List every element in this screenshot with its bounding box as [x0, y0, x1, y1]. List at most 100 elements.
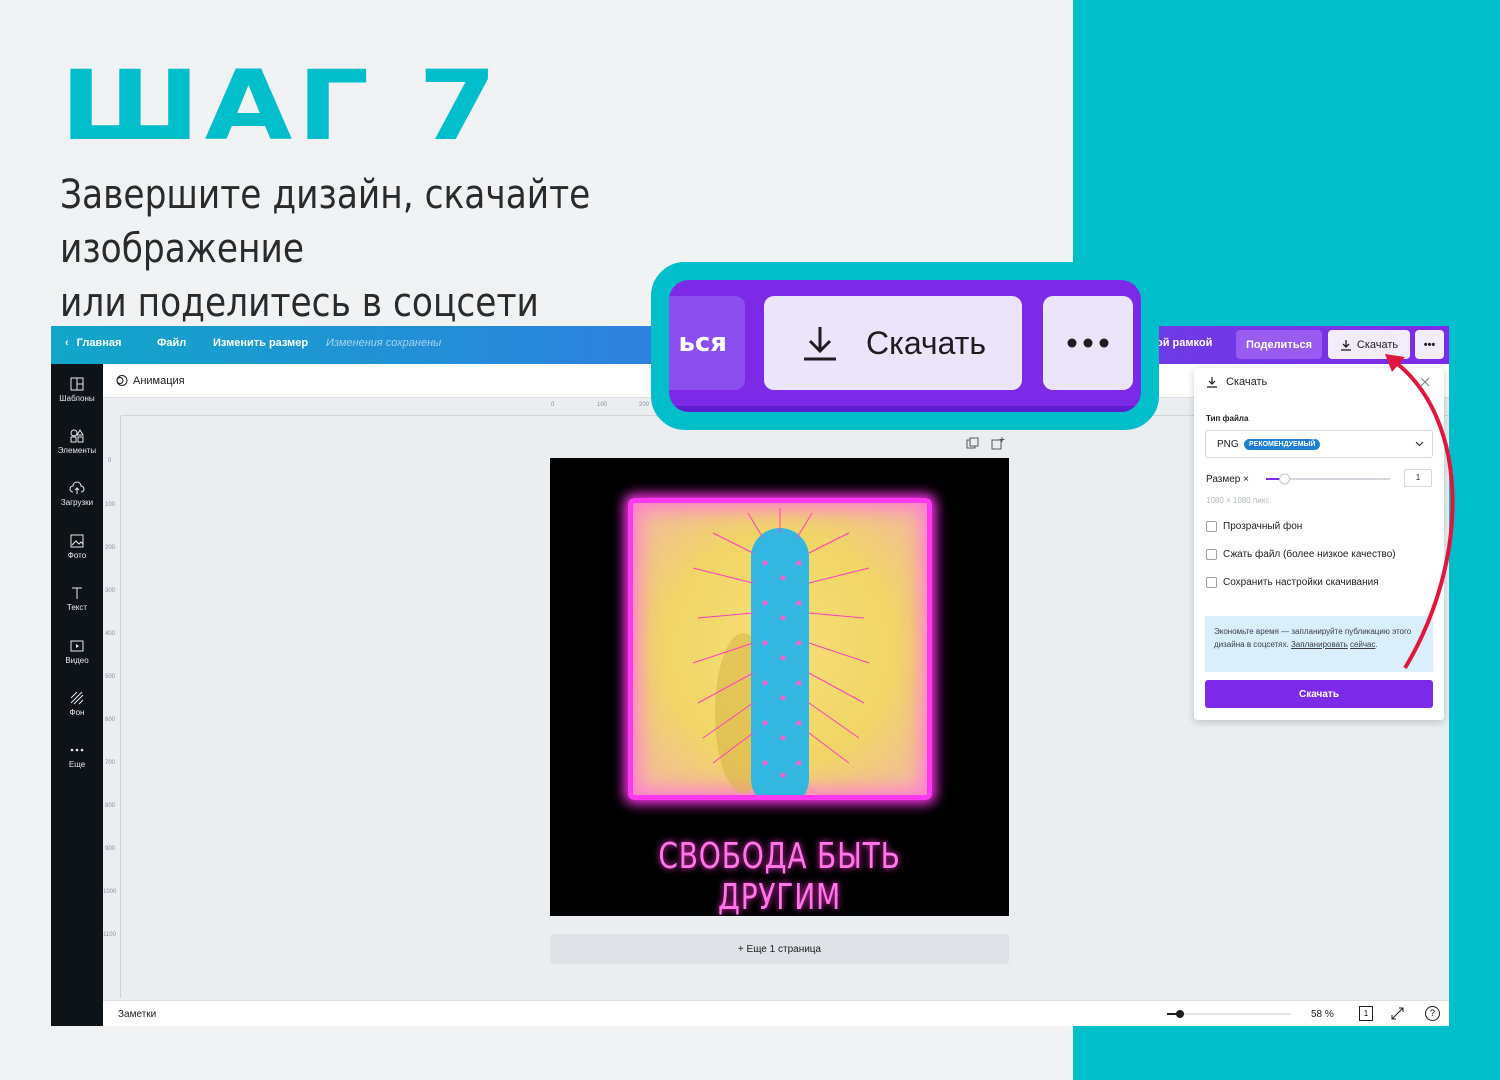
- add-page-icon[interactable]: [991, 437, 1005, 451]
- callout-partial-text: ься: [678, 328, 727, 358]
- sidebar-label: Шаблоны: [59, 394, 95, 403]
- download-panel: Скачать Тип файла PNG РЕКОМЕНДУЕМЫЙ Разм…: [1194, 368, 1444, 720]
- notes-button[interactable]: Заметки: [118, 1009, 156, 1020]
- resize-menu[interactable]: Изменить размер: [213, 337, 308, 349]
- sidebar-item-more[interactable]: Еще: [51, 742, 103, 769]
- file-type-label: Тип файла: [1206, 414, 1249, 423]
- ruler-tick: 100: [597, 402, 608, 408]
- ruler-tick: 400: [105, 631, 116, 637]
- option-transparent-bg[interactable]: Прозрачный фон: [1206, 521, 1302, 532]
- animation-label: Анимация: [133, 374, 185, 387]
- sidebar-label: Загрузки: [60, 498, 94, 507]
- more-dots-icon: [1067, 338, 1109, 348]
- option-save-settings[interactable]: Сохранить настройки скачивания: [1206, 577, 1379, 588]
- ruler-tick: 600: [105, 717, 116, 723]
- fullscreen-icon[interactable]: [1391, 1007, 1404, 1020]
- add-page-button[interactable]: + Еще 1 страница: [550, 934, 1009, 964]
- callout-download-button[interactable]: Скачать: [764, 296, 1022, 390]
- download-icon: [804, 327, 836, 361]
- share-button[interactable]: Поделиться: [1236, 330, 1322, 359]
- more-icon: [70, 748, 84, 752]
- file-type-select[interactable]: PNG РЕКОМЕНДУЕМЫЙ: [1205, 430, 1433, 458]
- ruler-tick: 700: [105, 760, 116, 766]
- ruler-tick: 100: [105, 502, 116, 508]
- schedule-link[interactable]: Запланировать: [1291, 640, 1348, 649]
- duplicate-page-icon[interactable]: [966, 437, 980, 451]
- dimensions-text: 1080 × 1080 пикс.: [1206, 496, 1272, 505]
- sidebar-label: Текст: [66, 603, 88, 612]
- sidebar-label: Еще: [68, 760, 86, 769]
- chevron-down-icon: [1415, 441, 1424, 447]
- more-options-button[interactable]: •••: [1415, 330, 1444, 359]
- step-subtitle-line-1: Завершите дизайн, скачайте изображение: [60, 172, 591, 272]
- callout-partial-button: ься: [669, 296, 745, 390]
- ruler-tick: 900: [105, 846, 116, 852]
- download-button[interactable]: Скачать: [1328, 330, 1410, 359]
- zoom-slider[interactable]: [1167, 1009, 1291, 1019]
- size-input-value: 1: [1415, 473, 1421, 482]
- sidebar-item-background[interactable]: Фон: [51, 690, 103, 717]
- checkbox[interactable]: [1206, 549, 1217, 560]
- file-type-value: PNG: [1217, 439, 1239, 450]
- frame-label[interactable]: ой рамкой: [1156, 337, 1212, 349]
- sidebar-label: Фото: [67, 551, 87, 560]
- download-icon: [1207, 377, 1217, 388]
- zoom-level[interactable]: 58 %: [1311, 1009, 1334, 1020]
- callout-more-button[interactable]: [1043, 296, 1133, 390]
- neon-frame[interactable]: [628, 498, 932, 800]
- callout-download-label: Скачать: [866, 324, 986, 361]
- download-panel-title: Скачать: [1226, 376, 1268, 388]
- text-icon: [72, 587, 82, 599]
- sidebar-item-video[interactable]: Видео: [51, 638, 103, 665]
- background-icon: [70, 691, 84, 705]
- ruler-tick: 300: [105, 588, 116, 594]
- ruler-tick: 1100: [103, 932, 116, 938]
- option-compress[interactable]: Сжать файл (более низкое качество): [1206, 549, 1396, 560]
- download-submit-label: Скачать: [1299, 688, 1339, 700]
- photo-icon: [70, 534, 84, 548]
- sidebar-item-photo[interactable]: Фото: [51, 533, 103, 560]
- recommended-badge: РЕКОМЕНДУЕМЫЙ: [1244, 439, 1321, 450]
- option-label: Сохранить настройки скачивания: [1223, 577, 1379, 589]
- help-icon[interactable]: ?: [1425, 1006, 1440, 1021]
- sidebar-label: Элементы: [57, 446, 97, 455]
- ruler-left: 0 100 200 300 400 500 600 700 800 900 10…: [103, 416, 121, 998]
- design-caption[interactable]: СВОБОДА БЫТЬ ДРУГИМ: [600, 836, 958, 916]
- callout-toolbar: ься Скачать: [669, 280, 1141, 412]
- option-label: Прозрачный фон: [1223, 521, 1303, 533]
- sidebar-item-templates[interactable]: Шаблоны: [51, 376, 103, 403]
- ruler-tick: 1000: [103, 889, 117, 895]
- sidebar-item-text[interactable]: Текст: [51, 585, 103, 612]
- checkbox[interactable]: [1206, 577, 1217, 588]
- animation-button[interactable]: Анимация: [115, 374, 185, 387]
- saved-status: Изменения сохранены: [326, 337, 442, 349]
- ruler-tick: 0: [108, 458, 112, 464]
- checkbox[interactable]: [1206, 521, 1217, 532]
- uploads-icon: [69, 481, 85, 494]
- home-label: Главная: [76, 337, 122, 349]
- sidebar-item-elements[interactable]: Элементы: [51, 428, 103, 455]
- ruler-tick: 800: [105, 803, 116, 809]
- back-home-link[interactable]: ‹ Главная: [65, 337, 121, 349]
- size-slider[interactable]: [1266, 473, 1390, 485]
- sidebar-item-uploads[interactable]: Загрузки: [51, 480, 103, 507]
- editor-window: ‹ Главная Файл Изменить размер Изменения …: [51, 326, 1449, 1026]
- chevron-left-icon: ‹: [65, 337, 69, 349]
- zoomed-callout: ься Скачать: [651, 262, 1159, 430]
- page-count: 1: [1363, 1009, 1369, 1018]
- design-artboard[interactable]: СВОБОДА БЫТЬ ДРУГИМ: [550, 458, 1009, 916]
- ruler-tick: 200: [639, 402, 650, 408]
- editor-sidebar: Шаблоны Элементы Загрузки Фото Текст Вид…: [51, 364, 103, 1026]
- close-icon[interactable]: [1420, 377, 1430, 387]
- schedule-link-now[interactable]: сейчас: [1350, 640, 1376, 649]
- help-label: ?: [1429, 1008, 1435, 1018]
- animation-icon: [116, 375, 128, 386]
- file-menu[interactable]: Файл: [157, 337, 186, 349]
- option-label: Сжать файл (более низкое качество): [1223, 549, 1396, 561]
- download-submit-button[interactable]: Скачать: [1205, 680, 1433, 708]
- share-label: Поделиться: [1245, 338, 1313, 351]
- page-count-icon[interactable]: 1: [1359, 1006, 1373, 1021]
- ruler-tick: 0: [551, 402, 555, 408]
- size-input[interactable]: 1: [1404, 469, 1432, 487]
- size-label: Размер ×: [1206, 474, 1249, 485]
